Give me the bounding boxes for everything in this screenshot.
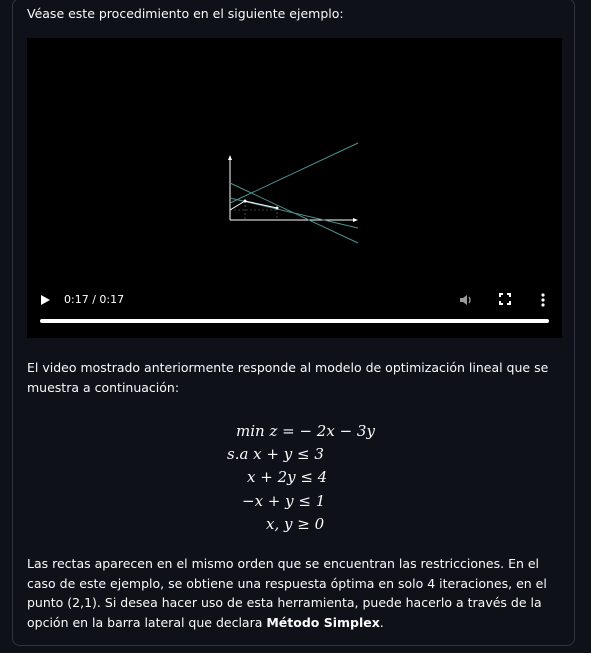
constraint-1: s.a x + y ≤ 3 [227,445,324,463]
constraint-2: x + 2y ≤ 4 [247,468,328,486]
simplex-path [229,200,278,211]
model-description: El video mostrado anteriormente responde… [27,360,549,395]
constraint-line-3 [229,142,359,204]
explanation-end: . [379,614,384,630]
video-time: 0:17 / 0:17 [64,293,125,306]
volume-icon[interactable] [457,291,475,309]
intro-text: Véase este procedimiento en el siguiente… [27,6,344,21]
constraint-3: −x + y ≤ 1 [242,492,326,510]
nonnegativity-constraint: x, y ≥ 0 [266,515,325,533]
constraint-line-2 [229,197,359,229]
vertex-point [243,199,247,203]
fullscreen-icon[interactable] [497,291,513,307]
vertex-point [275,206,279,210]
method-name: Método Simplex [266,614,380,630]
play-icon[interactable] [37,292,53,308]
y-axis-arrow [228,155,232,160]
video-player[interactable]: 0:17 / 0:17 [27,38,562,338]
video-progress-bar[interactable] [40,319,549,323]
x-axis-arrow [353,218,358,222]
more-options-icon[interactable] [537,291,549,309]
objective-function: min z = − 2x − 3y [236,422,375,440]
explanation-paragraph: Las rectas aparecen en el mismo orden qu… [27,554,562,632]
